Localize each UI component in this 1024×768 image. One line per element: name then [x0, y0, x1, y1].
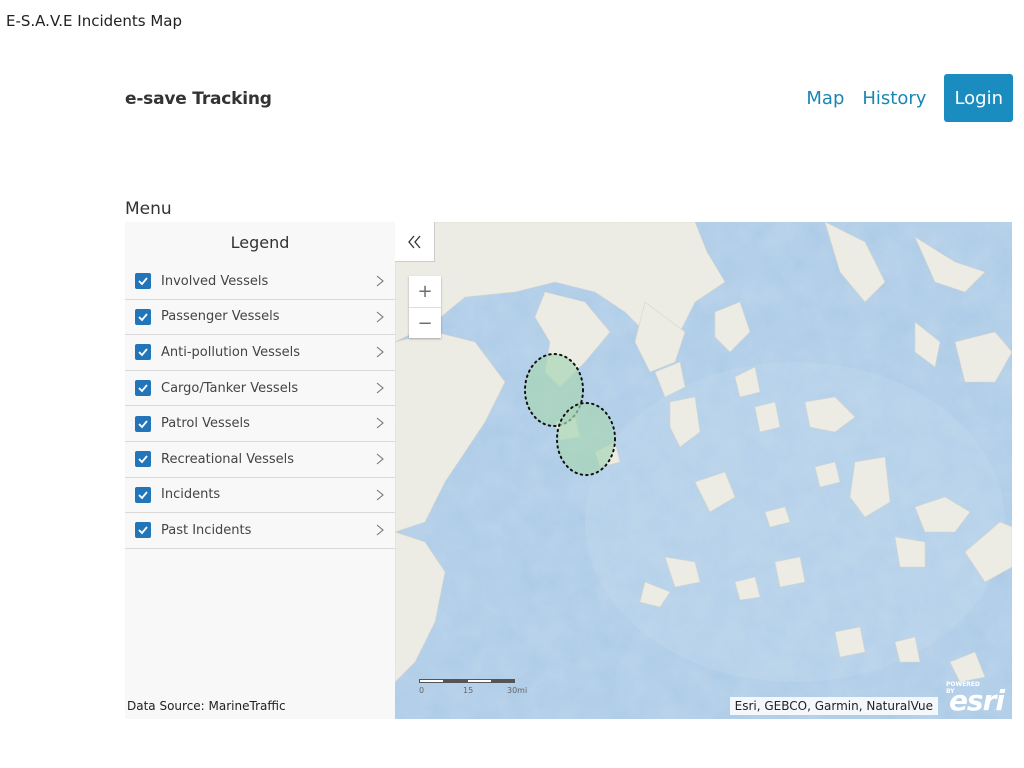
login-button[interactable]: Login	[944, 74, 1013, 122]
chevron-right-icon[interactable]	[373, 380, 387, 396]
checkbox[interactable]	[135, 451, 151, 468]
map-attribution[interactable]: Esri, GEBCO, Garmin, NaturalVue	[729, 697, 938, 715]
scalebar-label-end: 30mi	[507, 686, 528, 695]
checkmark-icon	[138, 277, 148, 286]
checkbox[interactable]	[135, 486, 151, 503]
checkbox[interactable]	[135, 415, 151, 432]
menu-label: Menu	[125, 199, 172, 219]
scalebar-label-mid: 15	[463, 686, 474, 695]
double-chevron-left-icon	[407, 235, 420, 248]
chevron-right-icon[interactable]	[373, 309, 387, 325]
nav-links: Map History Login	[788, 74, 1013, 122]
legend-item[interactable]: Anti-pollution Vessels	[125, 335, 395, 371]
legend-item-label: Patrol Vessels	[161, 416, 250, 432]
chevron-right-icon[interactable]	[373, 451, 387, 467]
legend-item-label: Cargo/Tanker Vessels	[161, 380, 299, 396]
legend-item[interactable]: Cargo/Tanker Vessels	[125, 371, 395, 407]
checkmark-icon	[138, 491, 148, 500]
checkmark-icon	[138, 420, 148, 429]
checkbox[interactable]	[135, 273, 151, 290]
basemap	[395, 222, 1012, 719]
legend-item-label: Anti-pollution Vessels	[161, 344, 301, 360]
chevron-right-icon[interactable]	[373, 487, 387, 503]
zoom-out-button[interactable]: −	[409, 307, 441, 338]
legend-item-label: Passenger Vessels	[161, 309, 280, 325]
legend-item[interactable]: Past Incidents	[125, 513, 395, 549]
data-source-label: Data Source: MarineTraffic	[127, 699, 286, 713]
esri-wordmark: esri	[948, 684, 1005, 717]
scalebar-label-start: 0	[419, 686, 425, 695]
legend-item[interactable]: Recreational Vessels	[125, 442, 395, 478]
checkmark-icon	[138, 384, 148, 393]
legend-list: Involved Vessels Passenger Vessels Anti-po…	[125, 264, 395, 549]
legend-item[interactable]: Patrol Vessels	[125, 406, 395, 442]
legend-item[interactable]: Involved Vessels	[125, 264, 395, 300]
nav-link-map[interactable]: Map	[806, 88, 844, 109]
chevron-right-icon[interactable]	[373, 344, 387, 360]
navbar: e-save Tracking Map History Login	[125, 74, 1013, 122]
brand-title[interactable]: e-save Tracking	[125, 89, 272, 109]
legend-item[interactable]: Incidents	[125, 478, 395, 514]
legend-panel: Legend Involved Vessels Passenger Vessels…	[125, 222, 395, 719]
legend-title: Legend	[230, 233, 290, 252]
collapse-legend-button[interactable]	[395, 222, 435, 262]
scalebar-bar	[419, 679, 515, 683]
esri-logo[interactable]: POWERED BY esri	[946, 681, 1005, 717]
checkbox[interactable]	[135, 344, 151, 361]
legend-item-label: Recreational Vessels	[161, 451, 295, 467]
window-title: E-S.A.V.E Incidents Map	[6, 12, 183, 30]
checkmark-icon	[138, 526, 148, 535]
checkbox[interactable]	[135, 522, 151, 539]
chevron-right-icon[interactable]	[373, 522, 387, 538]
checkmark-icon	[138, 455, 148, 464]
chevron-right-icon[interactable]	[373, 415, 387, 431]
zoom-controls: + −	[409, 276, 441, 338]
checkmark-icon	[138, 348, 148, 357]
nav-link-history[interactable]: History	[862, 88, 926, 109]
zoom-in-button[interactable]: +	[409, 276, 441, 307]
checkmark-icon	[138, 313, 148, 322]
chevron-right-icon[interactable]	[373, 273, 387, 289]
legend-item[interactable]: Passenger Vessels	[125, 300, 395, 336]
scalebar: 0 15 30mi	[419, 674, 527, 695]
checkbox[interactable]	[135, 380, 151, 397]
legend-item-label: Past Incidents	[161, 522, 252, 538]
map-view[interactable]: + − 0 15 30mi Esri, GEBCO, Garmin, Natur…	[395, 222, 1012, 719]
legend-item-label: Involved Vessels	[161, 273, 269, 289]
legend-item-label: Incidents	[161, 487, 221, 503]
checkbox[interactable]	[135, 308, 151, 325]
